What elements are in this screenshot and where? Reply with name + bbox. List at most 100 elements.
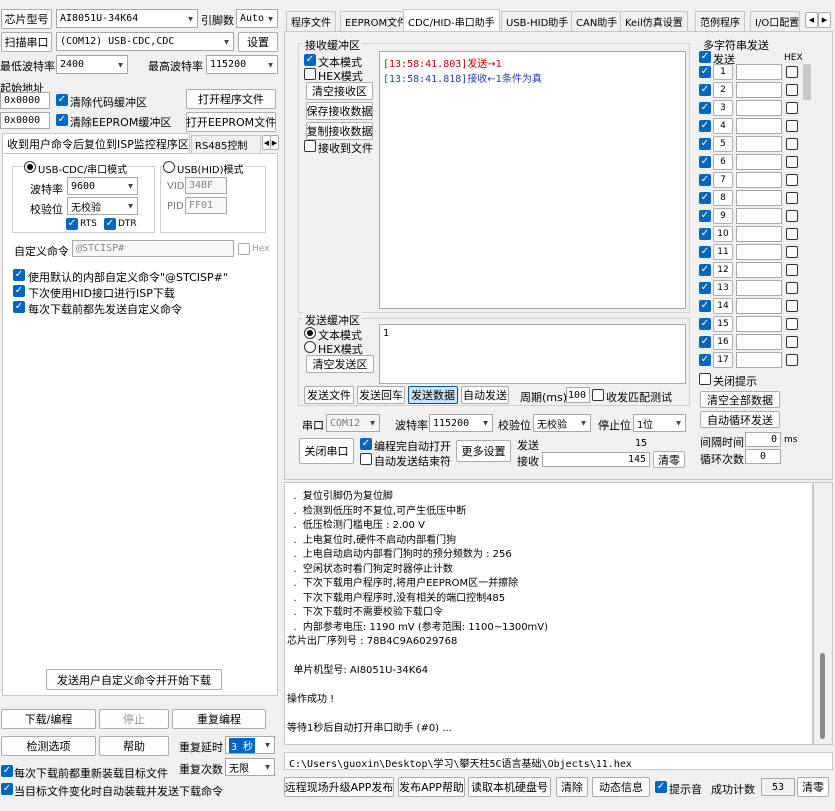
multi-row-hex-checkbox[interactable]: [786, 192, 798, 204]
multi-row-enable-checkbox[interactable]: ✓: [699, 120, 711, 132]
multi-row-send-button[interactable]: 10: [713, 226, 733, 242]
multi-row-enable-checkbox[interactable]: ✓: [699, 102, 711, 114]
vid-input[interactable]: 34BF: [185, 177, 227, 194]
send-custom-first-checkbox[interactable]: ✓: [13, 301, 25, 313]
multi-row-hex-checkbox[interactable]: [786, 318, 798, 330]
clear-receive-button[interactable]: 清空接收区: [306, 82, 373, 100]
multi-row-enable-checkbox[interactable]: ✓: [699, 210, 711, 222]
multi-row-hex-checkbox[interactable]: [786, 102, 798, 114]
multi-row-enable-checkbox[interactable]: ✓: [699, 156, 711, 168]
save-receive-button[interactable]: 保存接收数据: [306, 102, 373, 120]
receive-to-file-checkbox[interactable]: [304, 140, 316, 152]
loop-count-input[interactable]: 0: [745, 449, 781, 464]
multi-row-enable-checkbox[interactable]: ✓: [699, 300, 711, 312]
prompt-tone-checkbox[interactable]: ✓: [655, 781, 667, 793]
multi-row-enable-checkbox[interactable]: ✓: [699, 264, 711, 276]
repeat-count-select[interactable]: 无限 ▼: [225, 758, 275, 776]
custom-command-input[interactable]: @STCISP#: [72, 240, 234, 257]
multi-row-hex-checkbox[interactable]: [786, 246, 798, 258]
period-input[interactable]: 100: [566, 387, 590, 403]
multi-row-enable-checkbox[interactable]: ✓: [699, 246, 711, 258]
pid-input[interactable]: FF01: [185, 197, 227, 214]
pin-count-select[interactable]: Auto ▼: [236, 9, 278, 28]
auto-send-button[interactable]: 自动发送: [461, 386, 509, 404]
multi-row-send-button[interactable]: 1: [713, 64, 733, 80]
send-data-button[interactable]: 发送数据: [408, 386, 458, 404]
tab-usb-hid[interactable]: USB-HID助手: [501, 11, 574, 31]
scan-port-button[interactable]: 扫描串口: [1, 32, 52, 52]
multi-row-send-button[interactable]: 2: [713, 82, 733, 98]
clear-count-button[interactable]: 清零: [653, 451, 685, 468]
multi-row-send-button[interactable]: 8: [713, 190, 733, 206]
multi-row-send-button[interactable]: 16: [713, 334, 733, 350]
clear-success-count-button[interactable]: 清零: [797, 777, 829, 797]
send-textarea[interactable]: 1: [379, 324, 686, 384]
parity-select[interactable]: 无校验 ▼: [67, 197, 138, 215]
multi-row-hex-checkbox[interactable]: [786, 264, 798, 276]
tab-examples[interactable]: 范例程序: [695, 11, 745, 31]
multi-row-input[interactable]: [736, 280, 782, 296]
multi-row-hex-checkbox[interactable]: [786, 138, 798, 150]
multi-row-input[interactable]: [736, 82, 782, 98]
multi-row-send-button[interactable]: 6: [713, 154, 733, 170]
tabs-scroll-left-icon[interactable]: ◀: [805, 12, 818, 28]
multi-row-hex-checkbox[interactable]: [786, 84, 798, 96]
multi-row-enable-checkbox[interactable]: ✓: [699, 84, 711, 96]
auto-open-checkbox[interactable]: ✓: [360, 438, 372, 450]
multi-row-input[interactable]: [736, 190, 782, 206]
default-command-checkbox[interactable]: ✓: [13, 269, 25, 281]
multi-row-send-button[interactable]: 14: [713, 298, 733, 314]
multi-row-hex-checkbox[interactable]: [786, 282, 798, 294]
tab-io-config[interactable]: I/O口配置: [750, 11, 800, 31]
log-scrollbar[interactable]: [813, 482, 833, 745]
multi-row-input[interactable]: [736, 226, 782, 242]
chip-model-select[interactable]: AI8051U-34K64 ▼: [56, 9, 198, 28]
multi-row-input[interactable]: [736, 208, 782, 224]
multi-row-send-button[interactable]: 11: [713, 244, 733, 260]
tab-eeprom-file[interactable]: EEPROM文件: [340, 11, 413, 31]
multi-row-send-button[interactable]: 4: [713, 118, 733, 134]
min-baud-select[interactable]: 2400 ▼: [56, 55, 128, 74]
settings-button[interactable]: 设置: [238, 32, 278, 52]
download-program-button[interactable]: 下载/编程: [1, 709, 96, 729]
baud-select[interactable]: 9600 ▼: [67, 177, 138, 195]
tab-rs485[interactable]: RS485控制: [191, 135, 261, 153]
open-program-button[interactable]: 打开程序文件: [186, 89, 276, 109]
multi-row-hex-checkbox[interactable]: [786, 174, 798, 186]
custom-hex-checkbox[interactable]: [238, 243, 250, 255]
multi-row-hex-checkbox[interactable]: [786, 120, 798, 132]
clear-all-data-button[interactable]: 清空全部数据: [700, 391, 780, 408]
multi-row-send-button[interactable]: 12: [713, 262, 733, 278]
tab-cdc-hid-serial[interactable]: CDC/HID-串口助手: [403, 9, 500, 32]
usb-hid-radio[interactable]: [163, 161, 175, 173]
multi-row-input[interactable]: [736, 298, 782, 314]
multi-row-hex-checkbox[interactable]: [786, 210, 798, 222]
clear-code-checkbox[interactable]: ✓: [56, 94, 68, 106]
serial-parity-select[interactable]: 无校验 ▼: [533, 414, 591, 432]
multi-row-send-button[interactable]: 5: [713, 136, 733, 152]
multi-row-send-button[interactable]: 17: [713, 352, 733, 368]
multi-row-input[interactable]: [736, 118, 782, 134]
multi-row-enable-checkbox[interactable]: ✓: [699, 354, 711, 366]
multi-row-send-button[interactable]: 7: [713, 172, 733, 188]
multi-row-send-button[interactable]: 9: [713, 208, 733, 224]
repeat-delay-select[interactable]: 3 秒 ▼: [225, 736, 275, 754]
send-return-button[interactable]: 发送回车: [357, 386, 405, 404]
multi-send-checkbox[interactable]: ✓: [699, 51, 711, 63]
multi-row-input[interactable]: [736, 100, 782, 116]
auto-reload-checkbox[interactable]: ✓: [1, 783, 13, 795]
code-address-input[interactable]: 0x0000: [0, 92, 50, 109]
tab-can[interactable]: CAN助手: [571, 11, 623, 31]
dynamic-info-button[interactable]: 动态信息: [592, 777, 650, 797]
stop-button[interactable]: 停止: [99, 709, 169, 729]
read-disk-button[interactable]: 读取本机硬盘号: [468, 777, 551, 797]
log-scrollbar-thumb[interactable]: [820, 653, 825, 739]
clear-eeprom-checkbox[interactable]: ✓: [56, 114, 68, 126]
tabs-scroll-right-icon[interactable]: ▶: [818, 12, 831, 28]
multi-row-enable-checkbox[interactable]: ✓: [699, 138, 711, 150]
multi-row-hex-checkbox[interactable]: [786, 354, 798, 366]
copy-receive-button[interactable]: 复制接收数据: [306, 122, 373, 140]
dtr-checkbox[interactable]: ✓: [104, 218, 116, 230]
multi-row-input[interactable]: [736, 244, 782, 260]
multi-row-hex-checkbox[interactable]: [786, 228, 798, 240]
